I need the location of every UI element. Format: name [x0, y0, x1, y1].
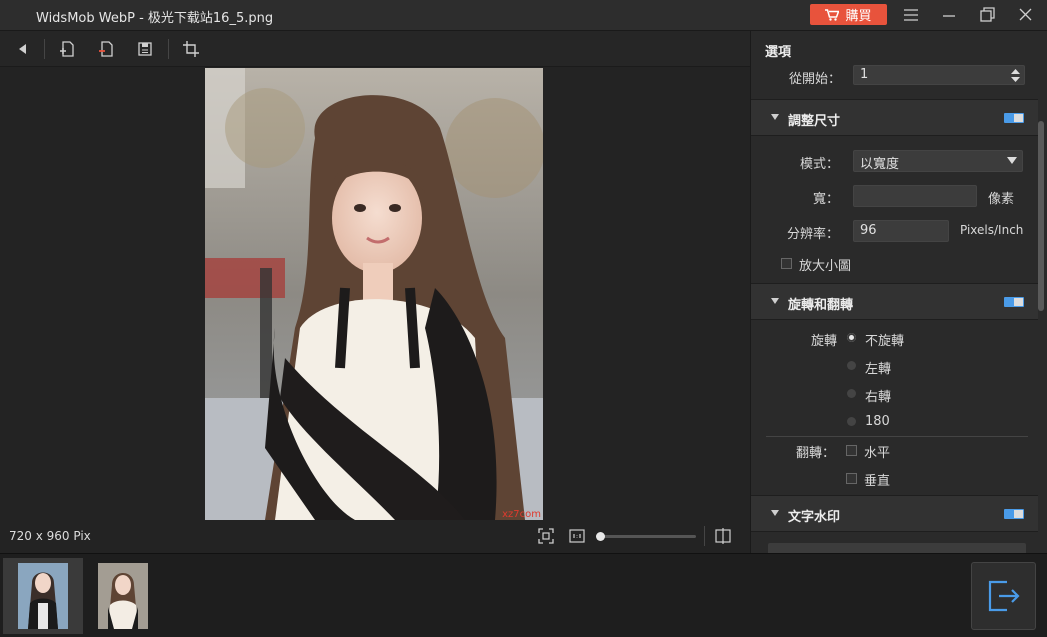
flip-horizontal-label: 水平 — [864, 446, 891, 461]
flip-label: 翻轉： — [795, 446, 835, 461]
resolution-unit: Pixels/Inch — [960, 223, 1024, 237]
section-divider — [766, 436, 1028, 437]
rotate-label: 旋轉 — [810, 334, 837, 349]
rotate-left-radio[interactable] — [847, 361, 856, 370]
start-from-value: 1 — [860, 67, 869, 82]
zoom-slider-handle[interactable] — [596, 532, 605, 541]
crop-icon[interactable] — [181, 39, 201, 59]
resize-section-header[interactable]: 調整尺寸 — [751, 99, 1038, 136]
collapse-arrow-icon[interactable] — [771, 510, 779, 516]
text-watermark-section-title: 文字水印 — [788, 510, 841, 525]
rotate-right-label: 右轉 — [865, 390, 892, 405]
actual-size-icon[interactable] — [569, 528, 585, 544]
resize-section-title: 調整尺寸 — [788, 114, 841, 129]
enlarge-small-checkbox[interactable] — [781, 258, 792, 269]
toolbar-divider — [44, 39, 45, 59]
rotate-flip-section-header[interactable]: 旋轉和翻轉 — [751, 283, 1038, 320]
chevron-down-icon — [1007, 157, 1017, 164]
stepper-arrows-icon[interactable] — [1011, 69, 1020, 82]
filmstrip — [0, 553, 1047, 637]
close-icon[interactable] — [1014, 5, 1036, 25]
thumbnail-image — [18, 563, 68, 629]
resolution-value: 96 — [860, 223, 877, 238]
remove-file-icon[interactable] — [96, 39, 116, 59]
rotate-flip-section-title: 旋轉和翻轉 — [788, 298, 854, 313]
width-input[interactable] — [853, 185, 977, 207]
export-icon — [988, 580, 1020, 612]
flip-horizontal-checkbox[interactable] — [846, 445, 857, 456]
buy-label: 購買 — [845, 9, 872, 24]
zoom-slider-track[interactable] — [598, 535, 696, 538]
collapse-arrow-icon[interactable] — [771, 298, 779, 304]
flip-vertical-label: 垂直 — [864, 474, 891, 489]
image-watermark: xz7com — [502, 509, 541, 520]
options-panel: 選項 從開始： 1 調整尺寸 模式： 以寬度 寬： 像素 分辨率： 96 Pix… — [750, 31, 1047, 553]
watermark-text-input[interactable] — [768, 543, 1026, 553]
back-arrow-icon[interactable] — [13, 39, 33, 59]
image-canvas[interactable]: xz7com — [0, 68, 750, 553]
status-divider — [704, 526, 705, 546]
cart-icon — [825, 8, 840, 21]
minimize-icon[interactable] — [938, 5, 960, 25]
rotate-180-radio[interactable] — [847, 417, 856, 426]
rotate-left-label: 左轉 — [865, 362, 892, 377]
thumbnail-image — [98, 563, 148, 629]
status-bar: 720 x 960 Pix — [0, 521, 750, 552]
save-icon[interactable] — [135, 39, 155, 59]
restore-icon[interactable] — [976, 5, 998, 25]
window-title: WidsMob WebP - 极光下载站16_5.png — [36, 11, 274, 26]
image-dimensions: 720 x 960 Pix — [9, 529, 91, 543]
mode-label: 模式： — [799, 157, 839, 172]
resize-toggle[interactable] — [1004, 113, 1024, 123]
fit-screen-icon[interactable] — [538, 528, 554, 544]
rotate-right-radio[interactable] — [847, 389, 856, 398]
menu-icon[interactable] — [900, 5, 922, 25]
resolution-label: 分辨率： — [786, 227, 839, 242]
title-bar: WidsMob WebP - 极光下载站16_5.png 購買 — [0, 0, 1047, 31]
compare-view-icon[interactable] — [715, 528, 731, 544]
rotate-none-label: 不旋轉 — [865, 334, 905, 349]
flip-vertical-checkbox[interactable] — [846, 473, 857, 484]
text-watermark-section-header[interactable]: 文字水印 — [751, 495, 1038, 532]
panel-title: 選項 — [765, 45, 792, 60]
collapse-arrow-icon[interactable] — [771, 114, 779, 120]
text-watermark-toggle[interactable] — [1004, 509, 1024, 519]
mode-select[interactable]: 以寬度 — [853, 150, 1023, 172]
toolbar — [0, 31, 750, 67]
rotate-180-label: 180 — [865, 414, 890, 429]
start-from-label: 從開始： — [788, 72, 841, 87]
resolution-input[interactable]: 96 — [853, 220, 949, 242]
toolbar-divider — [168, 39, 169, 59]
export-button[interactable] — [971, 562, 1036, 630]
enlarge-small-label: 放大小圖 — [799, 259, 852, 274]
thumbnail-item-selected[interactable] — [3, 558, 83, 634]
preview-image: xz7com — [205, 68, 543, 520]
add-file-icon[interactable] — [57, 39, 77, 59]
buy-button[interactable]: 購買 — [810, 4, 887, 25]
width-label: 寬： — [812, 192, 839, 207]
rotate-flip-toggle[interactable] — [1004, 297, 1024, 307]
panel-scrollbar[interactable] — [1038, 121, 1044, 311]
thumbnail-item[interactable] — [93, 558, 153, 634]
rotate-none-radio[interactable] — [847, 333, 856, 342]
start-from-stepper[interactable]: 1 — [853, 65, 1025, 85]
mode-value: 以寬度 — [860, 157, 900, 172]
width-unit: 像素 — [988, 192, 1015, 207]
